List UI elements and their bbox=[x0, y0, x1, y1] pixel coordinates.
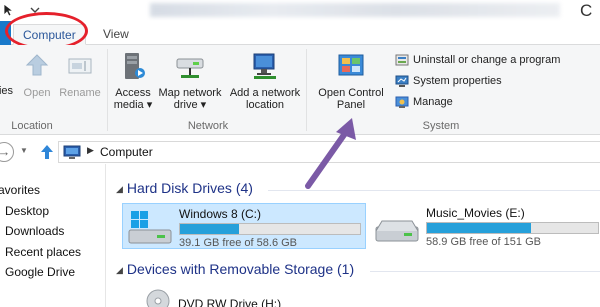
address-bar-row: → ▼ ▶ Computer bbox=[0, 140, 600, 164]
nav-favorites[interactable]: avorites bbox=[0, 183, 40, 197]
hard-disk-drives-label: Hard Disk Drives (4) bbox=[126, 180, 253, 196]
section-divider bbox=[370, 271, 600, 272]
drive-usage-fill bbox=[180, 224, 240, 234]
dvd-drive-icon bbox=[146, 289, 170, 307]
properties-label: ies bbox=[0, 85, 14, 97]
windows-drive-icon bbox=[128, 211, 172, 244]
open-label: Open bbox=[23, 87, 51, 99]
hard-disk-drives-header[interactable]: ◢ Hard Disk Drives (4) bbox=[116, 180, 253, 196]
media-server-icon bbox=[116, 51, 150, 83]
programs-icon bbox=[395, 54, 409, 66]
add-network-location-label-2: location bbox=[246, 99, 284, 111]
group-separator bbox=[107, 49, 108, 131]
title-bar: C bbox=[0, 0, 600, 21]
nav-google-drive[interactable]: Google Drive bbox=[5, 265, 75, 279]
manage-label: Manage bbox=[413, 96, 453, 108]
tab-view[interactable]: View bbox=[94, 24, 138, 45]
back-arrow-icon: → bbox=[0, 144, 11, 159]
manage-button[interactable]: Manage bbox=[395, 94, 453, 110]
drive-item-c[interactable]: Windows 8 (C:) 39.1 GB free of 58.6 GB bbox=[122, 203, 366, 249]
add-network-location-label-1: Add a network bbox=[229, 87, 301, 99]
access-media-label-1: Access bbox=[115, 87, 151, 99]
up-arrow-icon[interactable] bbox=[39, 143, 55, 161]
access-media-button[interactable]: Access media ▾ bbox=[111, 51, 155, 111]
access-media-label-2: media ▾ bbox=[113, 99, 153, 111]
hard-drive-icon bbox=[375, 220, 419, 242]
group-separator bbox=[306, 49, 307, 131]
map-network-drive-label-1: Map network bbox=[158, 87, 222, 99]
removable-storage-label: Devices with Removable Storage (1) bbox=[126, 261, 355, 277]
network-group-label: Network bbox=[187, 120, 229, 132]
system-properties-label: System properties bbox=[413, 75, 502, 87]
drive-name: Music_Movies (E:) bbox=[426, 206, 525, 220]
map-network-drive-label-2: drive ▾ bbox=[173, 99, 207, 111]
blurred-tabs-region bbox=[150, 3, 560, 17]
breadcrumb-chevron-icon[interactable]: ▶ bbox=[87, 145, 94, 156]
dvd-drive-name[interactable]: DVD RW Drive (H:) bbox=[178, 297, 281, 307]
drive-usage-bar bbox=[426, 222, 599, 234]
drive-free-space: 39.1 GB free of 58.6 GB bbox=[179, 237, 298, 249]
nav-downloads[interactable]: Downloads bbox=[5, 224, 64, 238]
map-network-drive-button[interactable]: Map network drive ▾ bbox=[155, 51, 225, 111]
removable-storage-header[interactable]: ◢ Devices with Removable Storage (1) bbox=[116, 261, 354, 277]
drive-usage-fill bbox=[427, 223, 532, 233]
manage-icon bbox=[395, 96, 409, 108]
recent-locations-dropdown-icon[interactable]: ▼ bbox=[20, 146, 28, 155]
uninstall-program-button[interactable]: Uninstall or change a program bbox=[395, 52, 560, 68]
open-control-panel-label-2: Panel bbox=[336, 99, 366, 111]
drive-item-e[interactable]: Music_Movies (E:) 58.9 GB free of 151 GB bbox=[370, 203, 600, 249]
properties-button[interactable]: ies bbox=[0, 85, 16, 97]
drive-name: Windows 8 (C:) bbox=[179, 207, 262, 221]
open-control-panel-button[interactable]: Open Control Panel bbox=[312, 51, 390, 111]
breadcrumb-computer[interactable]: Computer bbox=[100, 145, 153, 159]
control-panel-icon bbox=[334, 51, 368, 83]
ribbon: ies Open Rename Location Access media ▾ … bbox=[0, 45, 600, 135]
address-input[interactable]: ▶ Computer bbox=[58, 141, 600, 163]
cursor-icon bbox=[3, 3, 15, 17]
computer-icon bbox=[63, 145, 81, 159]
ribbon-tabs: Computer View bbox=[0, 21, 600, 45]
nav-recent-places[interactable]: Recent places bbox=[5, 245, 81, 259]
nav-desktop[interactable]: Desktop bbox=[5, 204, 49, 218]
navigation-pane: avorites Desktop Downloads Recent places… bbox=[0, 164, 106, 307]
system-group-label: System bbox=[422, 120, 460, 132]
drive-usage-bar bbox=[179, 223, 361, 235]
open-icon bbox=[20, 51, 54, 83]
section-divider bbox=[268, 190, 600, 191]
network-location-icon bbox=[248, 51, 282, 83]
network-drive-icon bbox=[173, 51, 207, 83]
drive-free-space: 58.9 GB free of 151 GB bbox=[426, 236, 541, 248]
system-properties-button[interactable]: System properties bbox=[395, 73, 502, 89]
location-group-label: Location bbox=[11, 120, 53, 132]
open-control-panel-label-1: Open Control bbox=[318, 87, 384, 99]
open-button[interactable]: Open bbox=[20, 51, 54, 99]
uninstall-program-label: Uninstall or change a program bbox=[413, 54, 561, 66]
back-button[interactable]: → bbox=[0, 142, 14, 162]
window-title: C bbox=[580, 1, 593, 20]
rename-icon bbox=[63, 51, 97, 83]
add-network-location-button[interactable]: Add a network location bbox=[227, 51, 303, 111]
collapse-arrow-icon: ◢ bbox=[116, 265, 123, 275]
collapse-arrow-icon: ◢ bbox=[116, 184, 123, 194]
rename-label: Rename bbox=[59, 87, 101, 99]
rename-button[interactable]: Rename bbox=[58, 51, 102, 99]
system-properties-icon bbox=[395, 75, 409, 87]
